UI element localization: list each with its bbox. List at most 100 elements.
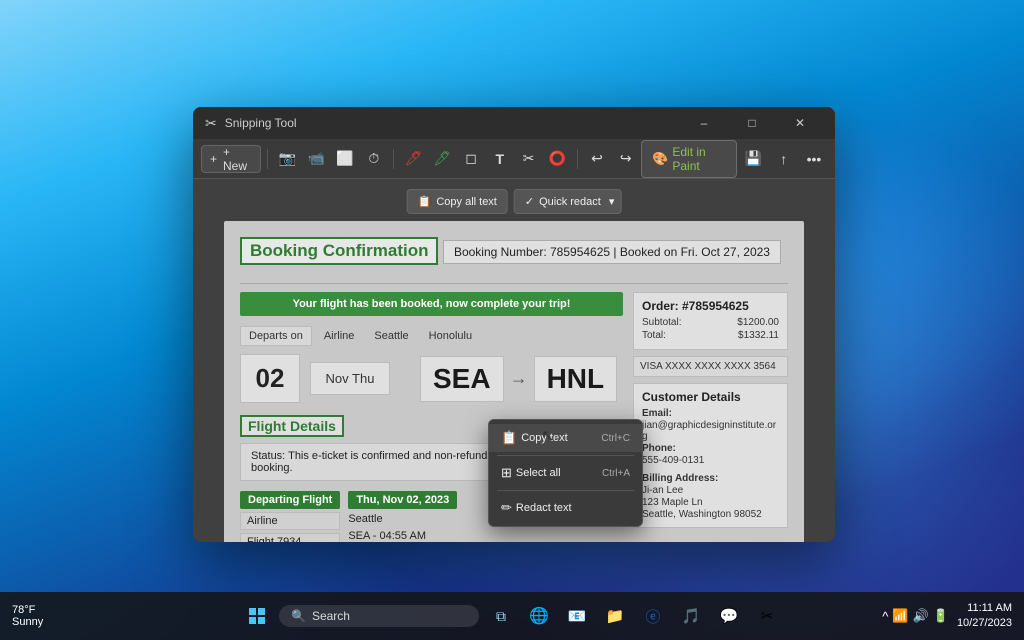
copy-shortcut: Ctrl+C xyxy=(601,433,630,444)
customer-title: Customer Details xyxy=(642,390,779,404)
email-row: Email: xyxy=(642,408,779,419)
copy-all-text-button[interactable]: 📋 Copy all text xyxy=(407,189,508,214)
marker-green-btn[interactable]: 🖊 xyxy=(429,145,456,173)
ctx-copy-text[interactable]: 📋 Copy text Ctrl+C xyxy=(489,424,642,452)
taskbar-clock[interactable]: 11:11 AM 10/27/2023 xyxy=(957,601,1012,632)
snipping-tool-window: ✂ Snipping Tool – □ ✕ + + New 📷 📹 ⬜ ⏱ 🖊 … xyxy=(193,107,835,542)
total-row: Total: $1332.11 xyxy=(642,330,779,341)
content-area: 📋 Copy all text ✓ Quick redact ▾ Booking… xyxy=(193,179,835,542)
ctx-sep-2 xyxy=(497,490,634,491)
departure-city: Seattle xyxy=(348,512,457,526)
weather-info: 78°F Sunny xyxy=(12,604,43,628)
separator-1 xyxy=(267,149,268,169)
taskbar-center: 🔍 Search ⧉ 🌐 📧 📁 ⓔ 🎵 💬 ✂ xyxy=(241,600,783,632)
booking-number-value: 785954625 xyxy=(550,245,610,259)
dest-code: HNL xyxy=(534,356,618,402)
new-icon: + xyxy=(210,152,217,166)
route-codes: SEA → HNL xyxy=(420,356,617,402)
chevron-down-icon: ▾ xyxy=(609,195,615,208)
departing-right: Thu, Nov 02, 2023 Seattle SEA - 04:55 AM xyxy=(348,491,457,542)
copy-icon: 📋 xyxy=(418,195,432,208)
separator-2 xyxy=(393,149,394,169)
minimize-button[interactable]: – xyxy=(681,107,727,139)
phone-label: Phone: xyxy=(642,443,676,454)
select-all-shortcut: Ctrl+A xyxy=(602,468,630,479)
shapes-btn[interactable]: ⭕ xyxy=(544,145,571,173)
crop-icon-btn[interactable]: ⬜ xyxy=(332,145,359,173)
subtotal-value: $1200.00 xyxy=(737,317,779,328)
airline-field: Airline xyxy=(240,512,340,530)
separator xyxy=(240,283,788,284)
edge-icon[interactable]: ⓔ xyxy=(637,600,669,632)
sys-icons: ^ 📶 🔊 🔋 xyxy=(882,608,949,624)
weather-condition: Sunny xyxy=(12,616,43,628)
customer-box: Customer Details Email: jian@graphicdesi… xyxy=(633,383,788,528)
mail-icon[interactable]: 📧 xyxy=(561,600,593,632)
subtotal-row: Subtotal: $1200.00 xyxy=(642,317,779,328)
undo-btn[interactable]: ↩ xyxy=(584,145,611,173)
video-icon-btn[interactable]: 📹 xyxy=(303,145,330,173)
volume-icon[interactable]: 🔊 xyxy=(913,608,929,624)
booking-number-label: Booking Number: xyxy=(454,245,547,259)
order-box: Order: #785954625 Subtotal: $1200.00 Tot… xyxy=(633,292,788,350)
share-btn[interactable]: ↑ xyxy=(771,145,797,173)
departs-label: Departs on xyxy=(240,326,312,346)
save-btn[interactable]: 💾 xyxy=(741,145,767,173)
crop-tool-btn[interactable]: ✂ xyxy=(515,145,542,173)
media-icon[interactable]: 🎵 xyxy=(675,600,707,632)
network-icon[interactable]: 📶 xyxy=(892,608,908,624)
flight-details-title: Flight Details xyxy=(240,415,344,437)
date-day-box: 02 xyxy=(240,354,300,403)
booked-banner: Your flight has been booked, now complet… xyxy=(240,292,623,316)
title-left: ✂ Snipping Tool xyxy=(205,115,297,132)
start-button[interactable] xyxy=(241,600,273,632)
task-view-button[interactable]: ⧉ xyxy=(485,600,517,632)
subtotal-label: Subtotal: xyxy=(642,317,681,328)
camera-icon-btn[interactable]: 📷 xyxy=(274,145,301,173)
battery-icon[interactable]: 🔋 xyxy=(933,608,949,624)
honolulu-col: Honolulu xyxy=(429,330,472,342)
separator-3 xyxy=(577,149,578,169)
edit-in-paint-button[interactable]: 🎨 Edit in Paint xyxy=(641,140,736,178)
maximize-button[interactable]: □ xyxy=(729,107,775,139)
folder-icon[interactable]: 📁 xyxy=(599,600,631,632)
flight-header: Departs on Airline Seattle Honolulu xyxy=(240,326,623,346)
select-all-icon: ⊞ xyxy=(501,465,512,481)
email-label: Email: xyxy=(642,408,672,419)
flight-number-field: Flight 7934 xyxy=(240,533,340,542)
toolbar: + + New 📷 📹 ⬜ ⏱ 🖊 🖊 ◻ T ✂ ⭕ ↩ ↪ 🎨 Edit i… xyxy=(193,139,835,179)
browser-icon[interactable]: 🌐 xyxy=(523,600,555,632)
redo-btn[interactable]: ↪ xyxy=(612,145,639,173)
phone-value: 555-409-0131 xyxy=(642,455,779,466)
seattle-col: Seattle xyxy=(374,330,408,342)
taskbar: 78°F Sunny 🔍 Search ⧉ 🌐 📧 📁 ⓔ 🎵 💬 ✂ ^ 📶 xyxy=(0,592,1024,640)
total-value: $1332.11 xyxy=(738,330,779,341)
route-arrow: → xyxy=(510,368,528,389)
taskbar-left: 78°F Sunny xyxy=(12,604,43,628)
chevron-up-icon[interactable]: ^ xyxy=(882,609,888,624)
snipping-taskbar-icon[interactable]: ✂ xyxy=(751,600,783,632)
phone-row: Phone: xyxy=(642,443,779,454)
clock-date: 10/27/2023 xyxy=(957,616,1012,631)
context-menu: 📋 Copy text Ctrl+C ⊞ Select all Ctrl+A ✏… xyxy=(488,419,643,527)
booking-title: Booking Confirmation xyxy=(240,237,438,265)
quick-redact-button[interactable]: ✓ Quick redact ▾ xyxy=(514,189,622,214)
timer-icon-btn[interactable]: ⏱ xyxy=(360,145,387,173)
right-panel: Order: #785954625 Subtotal: $1200.00 Tot… xyxy=(633,292,788,542)
close-button[interactable]: ✕ xyxy=(777,107,823,139)
new-button[interactable]: + + New xyxy=(201,145,261,173)
origin-code: SEA xyxy=(420,356,504,402)
ctx-select-all[interactable]: ⊞ Select all Ctrl+A xyxy=(489,459,642,487)
eraser-btn[interactable]: ◻ xyxy=(458,145,485,173)
airline-col: Airline xyxy=(324,330,355,342)
text-btn[interactable]: T xyxy=(486,145,513,173)
marker-red-btn[interactable]: 🖊 xyxy=(400,145,427,173)
departure-time: SEA - 04:55 AM xyxy=(348,529,457,542)
clock-time: 11:11 AM xyxy=(957,601,1012,616)
more-btn[interactable]: ••• xyxy=(801,145,827,173)
teams-icon[interactable]: 💬 xyxy=(713,600,745,632)
mouse-cursor: ↖ xyxy=(541,426,553,444)
taskbar-search[interactable]: 🔍 Search xyxy=(279,605,479,627)
ctx-redact-text[interactable]: ✏ Redact text xyxy=(489,494,642,522)
total-label: Total: xyxy=(642,330,666,341)
